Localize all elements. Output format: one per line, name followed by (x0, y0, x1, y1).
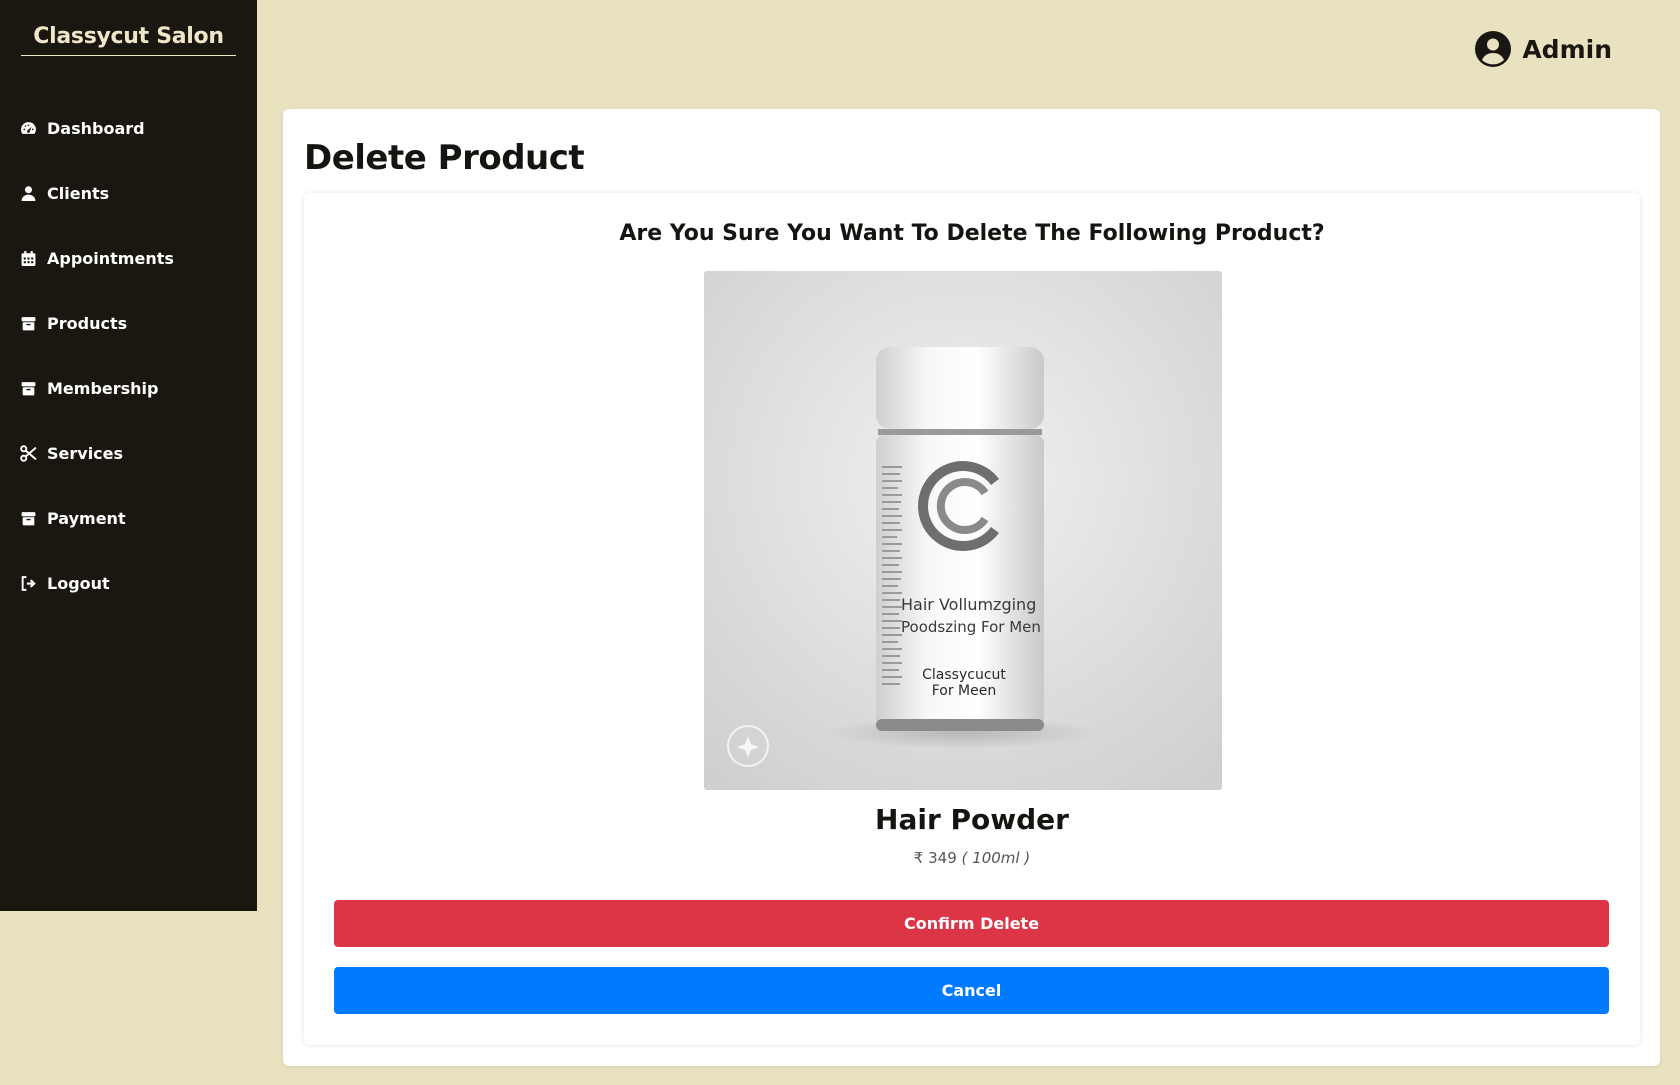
sidebar: Classycut Salon Dashboard Clients Appoin… (0, 0, 257, 911)
calendar-icon (21, 251, 36, 266)
main-card: Delete Product Are You Sure You Want To … (283, 109, 1660, 1066)
brand-logo[interactable]: Classycut Salon (21, 24, 236, 56)
sidebar-item-label: Clients (47, 184, 110, 203)
sidebar-item-label: Payment (47, 509, 126, 528)
user-name: Admin (1522, 34, 1612, 64)
sidebar-item-appointments[interactable]: Appointments (0, 226, 257, 291)
product-price: ₹ 349 ( 100ml ) (304, 849, 1640, 867)
confirm-delete-button[interactable]: Confirm Delete (334, 900, 1609, 947)
user-icon (21, 186, 36, 201)
sidebar-item-products[interactable]: Products (0, 291, 257, 356)
logout-icon (21, 576, 36, 591)
sidebar-item-dashboard[interactable]: Dashboard (0, 96, 257, 161)
sidebar-item-clients[interactable]: Clients (0, 161, 257, 226)
gauge-icon (21, 122, 36, 134)
user-circle-icon (1475, 31, 1512, 67)
page-title: Delete Product (304, 138, 585, 178)
price-value: ₹ 349 (913, 849, 957, 867)
product-photo: Hair Vollumzging Poodszing For Men Class… (704, 271, 1222, 790)
sidebar-item-label: Logout (47, 574, 110, 593)
sidebar-item-payment[interactable]: Payment (0, 486, 257, 551)
product-image: Hair Vollumzging Poodszing For Men Class… (704, 271, 1222, 790)
user-menu[interactable]: Admin (1474, 30, 1612, 68)
cancel-button[interactable]: Cancel (334, 967, 1609, 1014)
sidebar-item-label: Appointments (47, 249, 174, 268)
sidebar-item-label: Dashboard (47, 119, 145, 138)
sidebar-item-label: Services (47, 444, 124, 463)
svg-text:Classycucut: Classycucut (922, 667, 1006, 683)
product-quantity: ( 100ml ) (961, 849, 1031, 867)
sidebar-item-logout[interactable]: Logout (0, 551, 257, 616)
sidebar-item-services[interactable]: Services (0, 421, 257, 486)
sidebar-item-label: Membership (47, 379, 159, 398)
sidebar-nav: Dashboard Clients Appointments Products … (0, 96, 257, 616)
sidebar-item-membership[interactable]: Membership (0, 356, 257, 421)
box-icon (21, 317, 36, 331)
confirmation-question: Are You Sure You Want To Delete The Foll… (619, 221, 1325, 246)
delete-confirmation-panel: Are You Sure You Want To Delete The Foll… (304, 193, 1640, 1045)
product-name: Hair Powder (875, 803, 1069, 836)
box-icon (21, 512, 36, 526)
sidebar-item-label: Products (47, 314, 128, 333)
scissors-icon (20, 445, 37, 462)
box-icon (21, 382, 36, 396)
svg-text:Hair Vollumzging: Hair Vollumzging (901, 595, 1036, 614)
svg-text:For Meen: For Meen (932, 683, 997, 699)
svg-text:Poodszing For Men: Poodszing For Men (901, 618, 1041, 636)
